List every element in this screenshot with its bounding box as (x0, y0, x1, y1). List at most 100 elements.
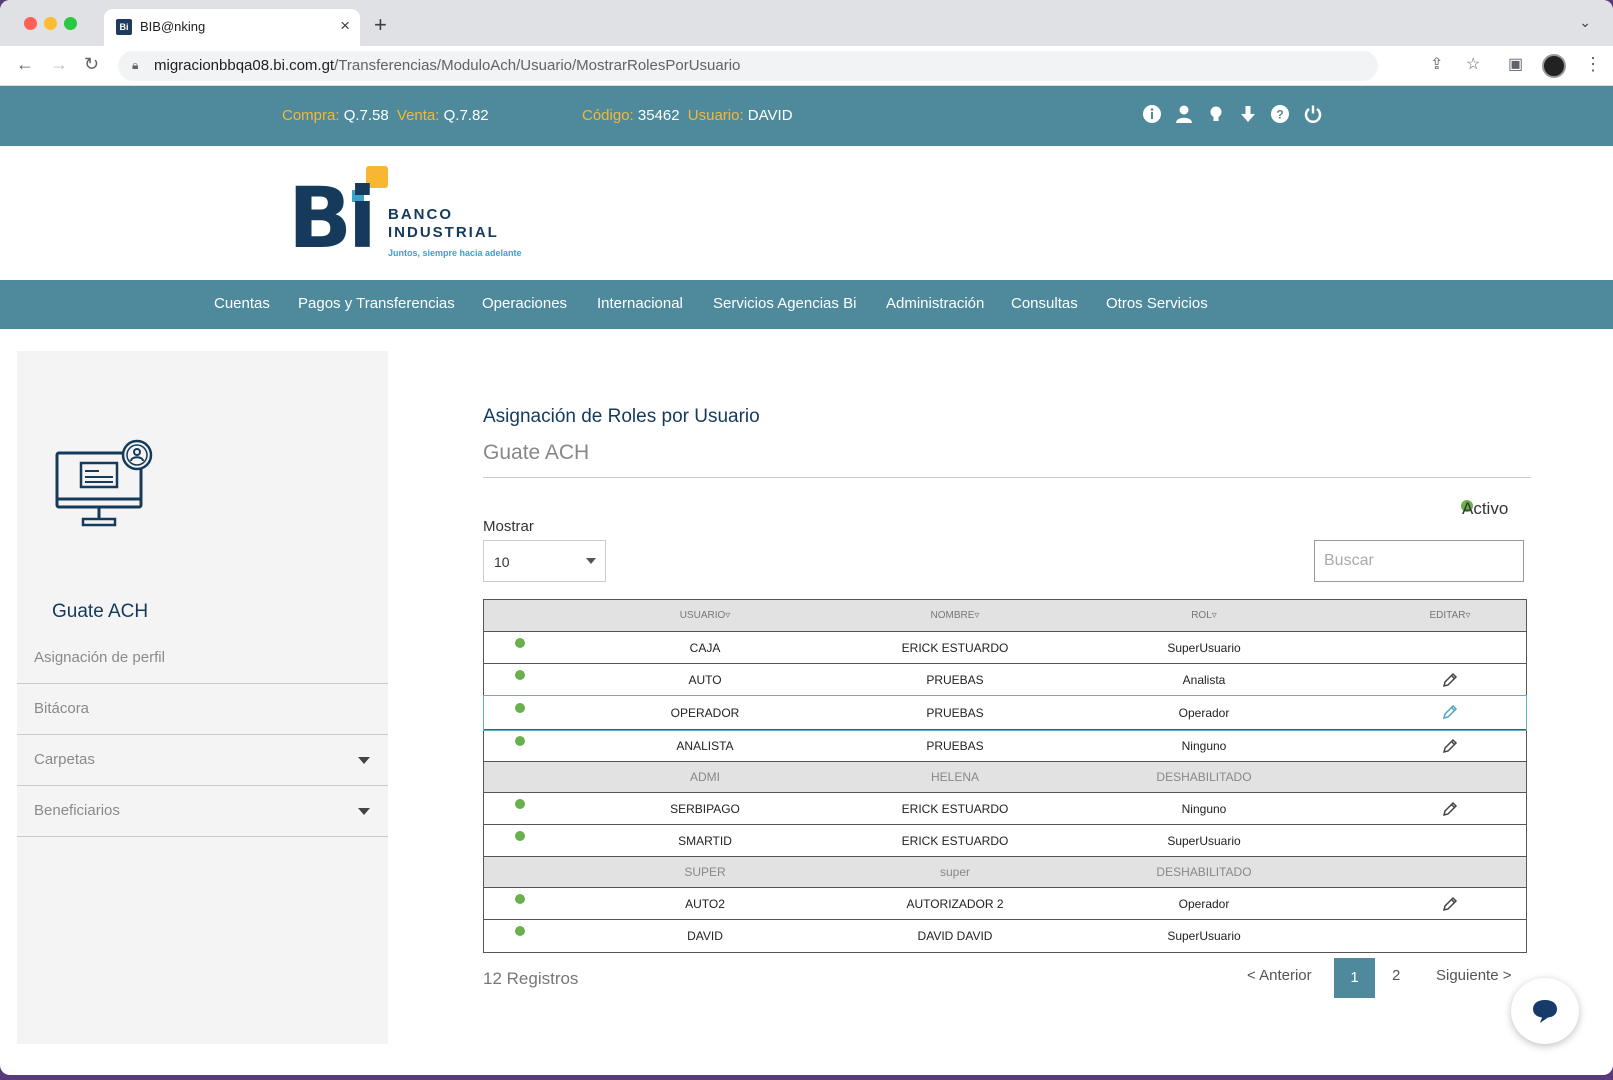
cell-nombre: ERICK ESTUARDO (901, 641, 1009, 655)
status-active-dot (515, 831, 525, 841)
edit-pencil-icon[interactable] (1442, 738, 1458, 754)
table-row: SERBIPAGO ERICK ESTUARDO Ninguno (484, 793, 1526, 825)
help-icon[interactable]: ? (1270, 104, 1290, 124)
table-header: USUARIO▿ NOMBRE▿ ROL▿ EDITAR▿ (484, 600, 1526, 632)
nav-item-cuentas[interactable]: Cuentas (214, 295, 270, 312)
cell-rol: Operador (1178, 706, 1230, 720)
browser-menu-icon[interactable]: ⋮ (1584, 54, 1602, 75)
status-active-dot (515, 926, 525, 936)
cell-usuario: SUPER (684, 865, 726, 879)
page-size-value: 10 (494, 554, 510, 570)
cell-rol: SuperUsuario (1167, 929, 1241, 943)
close-window-button[interactable] (24, 17, 37, 30)
url-text: migracionbbqa08.bi.com.gt/Transferencias… (154, 57, 741, 74)
cell-nombre: HELENA (930, 770, 980, 784)
browser-tabbar: Bi BIB@nking × + ⌄ (0, 0, 1613, 46)
lock-icon: 🔒︎ (132, 58, 139, 72)
exchange-rate: Compra: Q.7.58 Venta: Q.7.82 (282, 107, 489, 124)
back-icon[interactable]: ← (16, 54, 34, 75)
sidebar-item-beneficiarios[interactable]: Beneficiarios (17, 786, 388, 837)
bookmark-star-icon[interactable]: ☆ (1466, 54, 1480, 74)
table-row: OPERADOR PRUEBAS Operador (483, 695, 1527, 731)
nav-item-consultas[interactable]: Consultas (1011, 295, 1078, 312)
column-header-nombre[interactable]: NOMBRE▿ (855, 610, 1055, 621)
page-subtitle: Guate ACH (483, 441, 590, 464)
maximize-window-button[interactable] (64, 17, 77, 30)
pagination-page-1[interactable]: 1 (1334, 958, 1375, 998)
favicon-icon: Bi (116, 19, 132, 35)
cell-usuario: AUTO (688, 673, 722, 687)
status-active-dot (515, 703, 525, 713)
browser-tab[interactable]: Bi BIB@nking × (104, 9, 360, 46)
roles-table: USUARIO▿ NOMBRE▿ ROL▿ EDITAR▿ CAJA ERICK… (483, 599, 1527, 953)
lightbulb-icon[interactable] (1206, 104, 1226, 124)
table-row: ANALISTA PRUEBAS Ninguno (484, 730, 1526, 762)
record-count: 12 Registros (483, 969, 579, 988)
status-active-dot (515, 799, 525, 809)
cell-rol: DESHABILITADO (1156, 770, 1252, 784)
cell-rol: DESHABILITADO (1156, 865, 1252, 879)
power-icon[interactable] (1303, 104, 1323, 124)
page-title: Asignación de Roles por Usuario (483, 406, 760, 427)
cell-usuario: OPERADOR (670, 706, 740, 720)
download-icon[interactable] (1238, 104, 1258, 124)
column-header-rol[interactable]: ROL▿ (1104, 610, 1304, 621)
share-icon[interactable]: ⇪ (1430, 54, 1443, 74)
chat-button[interactable] (1511, 978, 1579, 1044)
cell-nombre: DAVID DAVID (917, 929, 993, 943)
nav-item-pagos-transferencias[interactable]: Pagos y Transferencias (298, 295, 455, 312)
nav-item-operaciones[interactable]: Operaciones (482, 295, 567, 312)
table-row: AUTO PRUEBAS Analista (484, 664, 1526, 696)
side-panel-icon[interactable]: ▣ (1508, 54, 1523, 74)
forward-icon[interactable]: → (50, 54, 68, 75)
status-active-dot (515, 736, 525, 746)
nav-item-internacional[interactable]: Internacional (597, 295, 683, 312)
search-input[interactable] (1314, 540, 1524, 582)
sidebar-item-asignacion-perfil[interactable]: Asignación de perfil (17, 633, 388, 684)
address-bar[interactable]: 🔒︎ migracionbbqa08.bi.com.gt/Transferenc… (118, 51, 1378, 81)
sidebar-item-label: Beneficiarios (34, 802, 120, 819)
new-tab-icon[interactable]: + (374, 12, 387, 38)
page-size-select[interactable]: 10 (483, 540, 606, 582)
nav-item-servicios-agencias[interactable]: Servicios Agencias Bi (713, 295, 856, 312)
pagination-next[interactable]: Siguiente > (1436, 967, 1511, 984)
profile-avatar[interactable] (1542, 54, 1566, 78)
user-icon[interactable] (1174, 104, 1194, 124)
table-row: SMARTID ERICK ESTUARDO SuperUsuario (484, 825, 1526, 857)
close-tab-icon[interactable]: × (340, 16, 350, 36)
cell-rol: Analista (1182, 673, 1226, 687)
cell-usuario: AUTO2 (685, 897, 725, 911)
edit-pencil-icon[interactable] (1442, 896, 1458, 912)
cell-nombre: AUTORIZADOR 2 (906, 897, 1004, 911)
cell-nombre: PRUEBAS (926, 739, 984, 753)
svg-text:?: ? (1276, 108, 1283, 122)
sidebar-item-carpetas[interactable]: Carpetas (17, 735, 388, 786)
cell-usuario: DAVID (687, 929, 723, 943)
minimize-window-button[interactable] (44, 17, 57, 30)
pagination-page-2[interactable]: 2 (1392, 967, 1400, 984)
cell-rol: SuperUsuario (1167, 641, 1241, 655)
cell-nombre: super (939, 865, 971, 879)
cell-nombre: ERICK ESTUARDO (901, 802, 1009, 816)
table-row: DAVID DAVID DAVID SuperUsuario (484, 920, 1526, 952)
edit-pencil-icon[interactable] (1442, 672, 1458, 688)
reload-icon[interactable]: ↻ (84, 54, 99, 75)
nav-item-administracion[interactable]: Administración (886, 295, 984, 312)
edit-pencil-icon[interactable] (1442, 801, 1458, 817)
cell-usuario: ANALISTA (676, 739, 734, 753)
status-active-dot (515, 638, 525, 648)
sidebar-item-label: Carpetas (34, 751, 95, 768)
tab-title: BIB@nking (140, 19, 206, 34)
sidebar-item-bitacora[interactable]: Bitácora (17, 684, 388, 735)
pagination-prev[interactable]: < Anterior (1247, 967, 1312, 984)
cell-rol: Operador (1178, 897, 1230, 911)
edit-pencil-icon[interactable] (1442, 704, 1458, 720)
info-icon[interactable] (1142, 104, 1162, 124)
column-header-usuario[interactable]: USUARIO▿ (605, 610, 805, 621)
user-code: Código: 35462 Usuario: DAVID (582, 107, 793, 124)
cell-usuario: CAJA (689, 641, 721, 655)
sidebar-title: Guate ACH (52, 601, 149, 622)
column-header-editar[interactable]: EDITAR▿ (1350, 610, 1550, 621)
nav-item-otros-servicios[interactable]: Otros Servicios (1106, 295, 1208, 312)
tab-search-icon[interactable]: ⌄ (1579, 14, 1591, 31)
